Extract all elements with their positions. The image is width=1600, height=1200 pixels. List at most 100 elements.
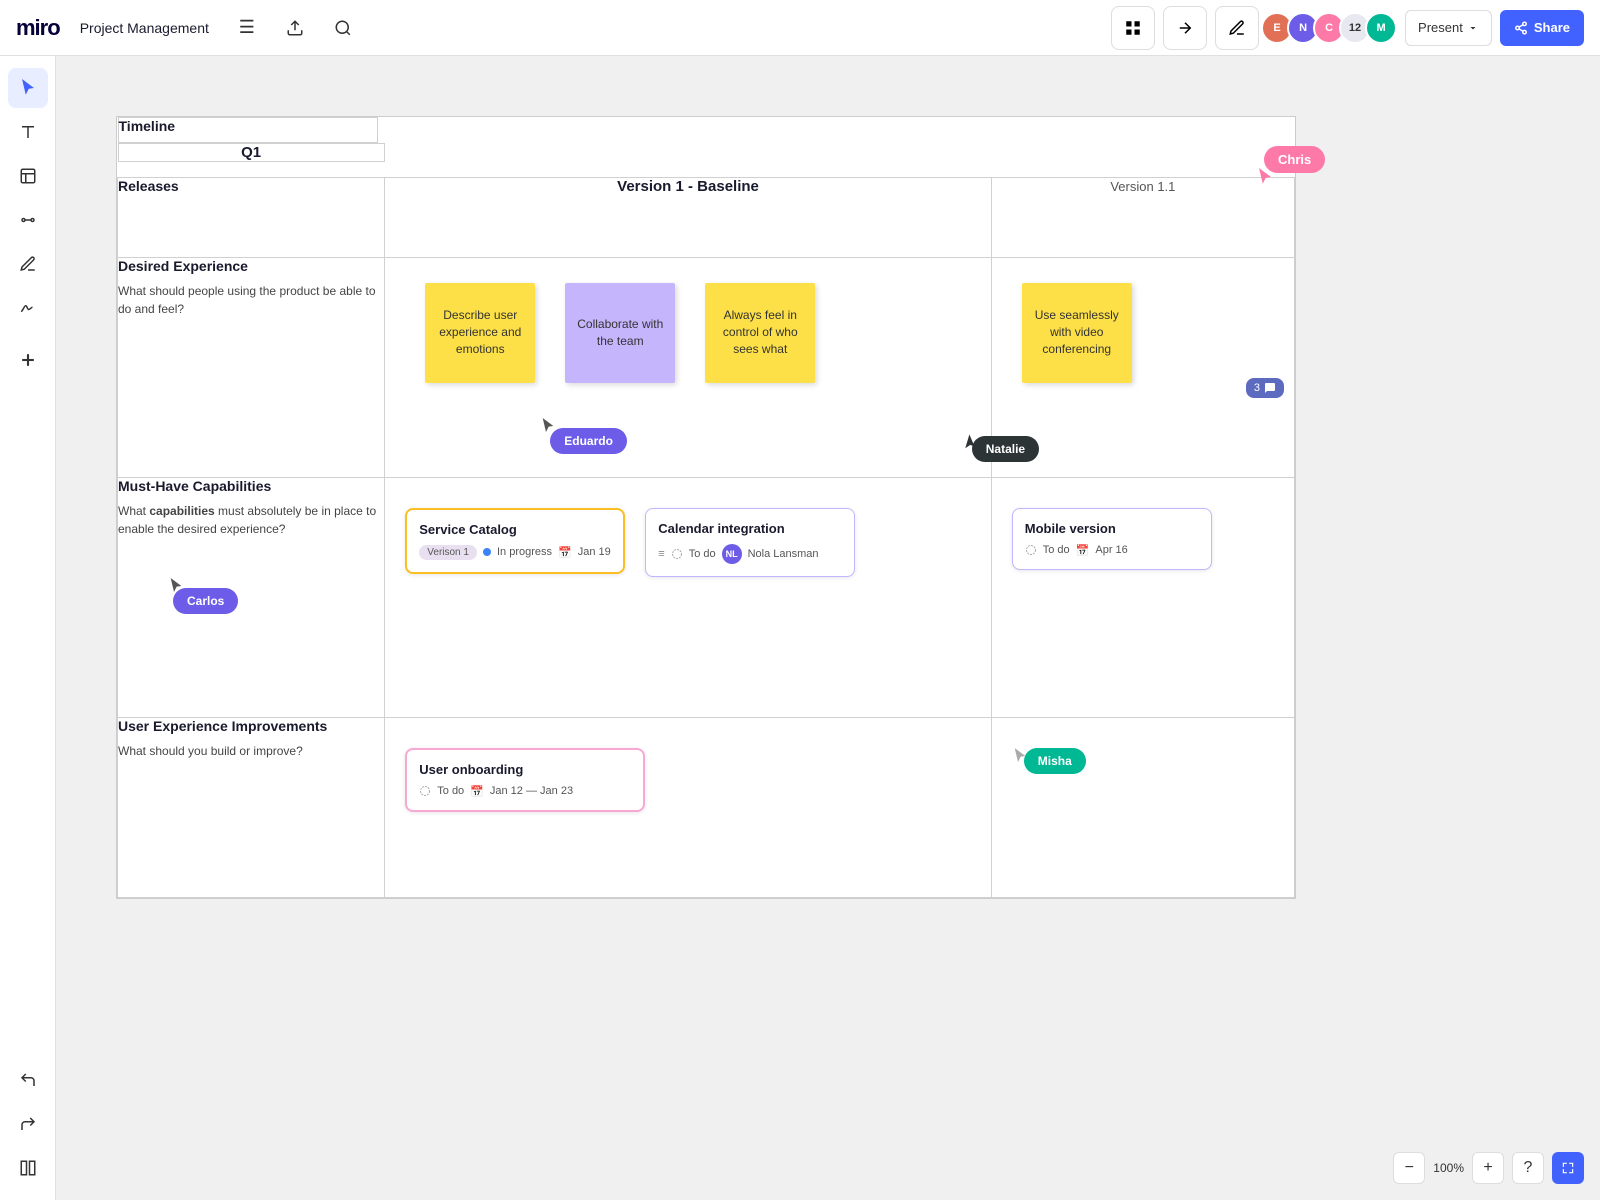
version-tag: Verison 1 [419,545,477,560]
calendar-title: Calendar integration [658,521,842,536]
q1-header: Q1 [118,143,385,162]
q1-label: Q1 [241,144,261,161]
natalie-cursor-arrow [959,433,981,455]
calendar-status: To do [689,548,716,560]
desired-experience-header: Desired Experience What should people us… [118,257,385,477]
help-button[interactable]: ? [1512,1152,1544,1184]
ux-v11-cell[interactable]: Misha [991,717,1294,897]
circle-icon [671,548,683,560]
onboarding-meta: To do 📅 Jan 12 — Jan 23 [419,785,631,798]
zoom-out-button[interactable]: − [1393,1152,1425,1184]
timeline-header: Timeline [118,117,378,143]
onboarding-date: Jan 12 — Jan 23 [490,785,573,797]
topbar-right: E N C 12 M Present Share [1111,6,1584,50]
service-catalog-title: Service Catalog [419,522,611,537]
chris-cursor-area: Chris [1256,168,1274,191]
calendar-meta: ≡ To do NL Nola Lansman [658,544,842,564]
date-icon: 📅 [558,546,572,559]
text-tool[interactable] [8,112,48,152]
timeline-label: Timeline [119,118,176,134]
ux-title: User Experience Improvements [118,718,384,734]
must-have-v1-cell[interactable]: Service Catalog Verison 1 In progress 📅 … [385,477,991,717]
comment-bubble[interactable]: 3 [1246,378,1284,398]
panel-button[interactable] [8,1148,48,1188]
onboarding-date-icon: 📅 [470,785,484,798]
timeline-row: Timeline Q1 [118,117,1295,177]
must-have-title: Must-Have Capabilities [118,478,384,494]
desired-experience-v1-cell[interactable]: Describe user experience and emotions Co… [385,257,991,477]
must-have-v11-cell[interactable]: Mobile version To do 📅 Apr 16 [991,477,1294,717]
onboarding-status-icon [419,785,431,797]
zoom-label: 100% [1433,1161,1464,1175]
mobile-date: Apr 16 [1095,544,1127,556]
ux-v1-cell[interactable]: User onboarding To do 📅 Jan 12 — Jan 23 [385,717,991,897]
avatar-main: M [1365,12,1397,44]
desired-experience-desc: What should people using the product be … [118,282,384,318]
connect-tool[interactable] [8,200,48,240]
releases-label: Releases [118,178,179,194]
user-onboarding-card[interactable]: User onboarding To do 📅 Jan 12 — Jan 23 [405,748,645,812]
undo-button[interactable] [8,1060,48,1100]
must-have-header: Must-Have Capabilities What capabilities… [118,477,385,717]
carlos-cursor-arrow [168,578,184,594]
releases-row: Releases Version 1 - Baseline Version 1.… [118,177,1295,257]
share-button[interactable]: Share [1500,10,1584,46]
grid-table: Timeline Q1 Releases Version 1 - Baselin… [117,117,1295,898]
present-button[interactable]: Present [1405,10,1492,46]
natalie-cursor-area: Natalie [962,436,978,457]
zoom-in-button[interactable]: + [1472,1152,1504,1184]
mobile-meta: To do 📅 Apr 16 [1025,544,1199,557]
onboarding-title: User onboarding [419,762,631,777]
toolbar-arrow[interactable] [1163,6,1207,50]
chris-cursor-arrow [1256,168,1274,186]
version1-header: Version 1 - Baseline [385,177,991,257]
releases-header: Releases [118,177,385,257]
status-dot [483,548,491,556]
calendar-integration-card[interactable]: Calendar integration ≡ To do NL Nola Lan… [645,508,855,577]
ux-improvements-row: User Experience Improvements What should… [118,717,1295,897]
mobile-status-icon [1025,544,1037,556]
menu-button[interactable]: ☰ [229,10,265,46]
sidebar [0,56,56,1200]
misha-cursor-area: Misha [1012,748,1028,769]
service-catalog-card[interactable]: Service Catalog Verison 1 In progress 📅 … [405,508,625,574]
pen-tool[interactable] [8,244,48,284]
onboarding-status: To do [437,785,464,797]
eduardo-cursor-arrow [540,418,556,434]
desired-experience-v11-cell[interactable]: Use seamlessly with video conferencing 3… [991,257,1294,477]
sticky-video[interactable]: Use seamlessly with video conferencing [1022,283,1132,383]
lines-icon: ≡ [658,548,664,560]
sticky-collaborate[interactable]: Collaborate with the team [565,283,675,383]
fit-button[interactable] [1552,1152,1584,1184]
toolbar-apps[interactable] [1111,6,1155,50]
eduardo-cursor-label: Eduardo [550,428,627,454]
search-button[interactable] [325,10,361,46]
sticky-describe[interactable]: Describe user experience and emotions [425,283,535,383]
nola-name: Nola Lansman [748,548,819,560]
nola-avatar: NL [722,544,742,564]
eduardo-cursor-area: Eduardo [540,418,556,439]
must-have-row: Must-Have Capabilities What capabilities… [118,477,1295,717]
toolbar-pen[interactable] [1215,6,1259,50]
board: Timeline Q1 Releases Version 1 - Baselin… [116,116,1296,899]
misha-cursor-label: Misha [1024,748,1086,774]
project-name[interactable]: Project Management [72,16,217,40]
sticky-tool[interactable] [8,156,48,196]
bottom-controls: − 100% + ? [1393,1152,1584,1184]
topbar: miro Project Management ☰ E N C 12 M Pre… [0,0,1600,56]
miro-logo: miro [16,15,60,41]
version11-label: Version 1.1 [1110,179,1175,194]
mobile-version-card[interactable]: Mobile version To do 📅 Apr 16 [1012,508,1212,570]
mobile-status: To do [1043,544,1070,556]
sticky-control[interactable]: Always feel in control of who sees what [705,283,815,383]
mobile-title: Mobile version [1025,521,1199,536]
add-tool[interactable] [8,340,48,380]
ux-desc: What should you build or improve? [118,742,384,760]
cursor-tool[interactable] [8,68,48,108]
redo-button[interactable] [8,1104,48,1144]
version11-header: Version 1.1 Chris [991,177,1294,257]
signature-tool[interactable] [8,288,48,328]
canvas[interactable]: Timeline Q1 Releases Version 1 - Baselin… [56,56,1600,1200]
upload-button[interactable] [277,10,313,46]
misha-cursor-arrow [1012,748,1028,764]
